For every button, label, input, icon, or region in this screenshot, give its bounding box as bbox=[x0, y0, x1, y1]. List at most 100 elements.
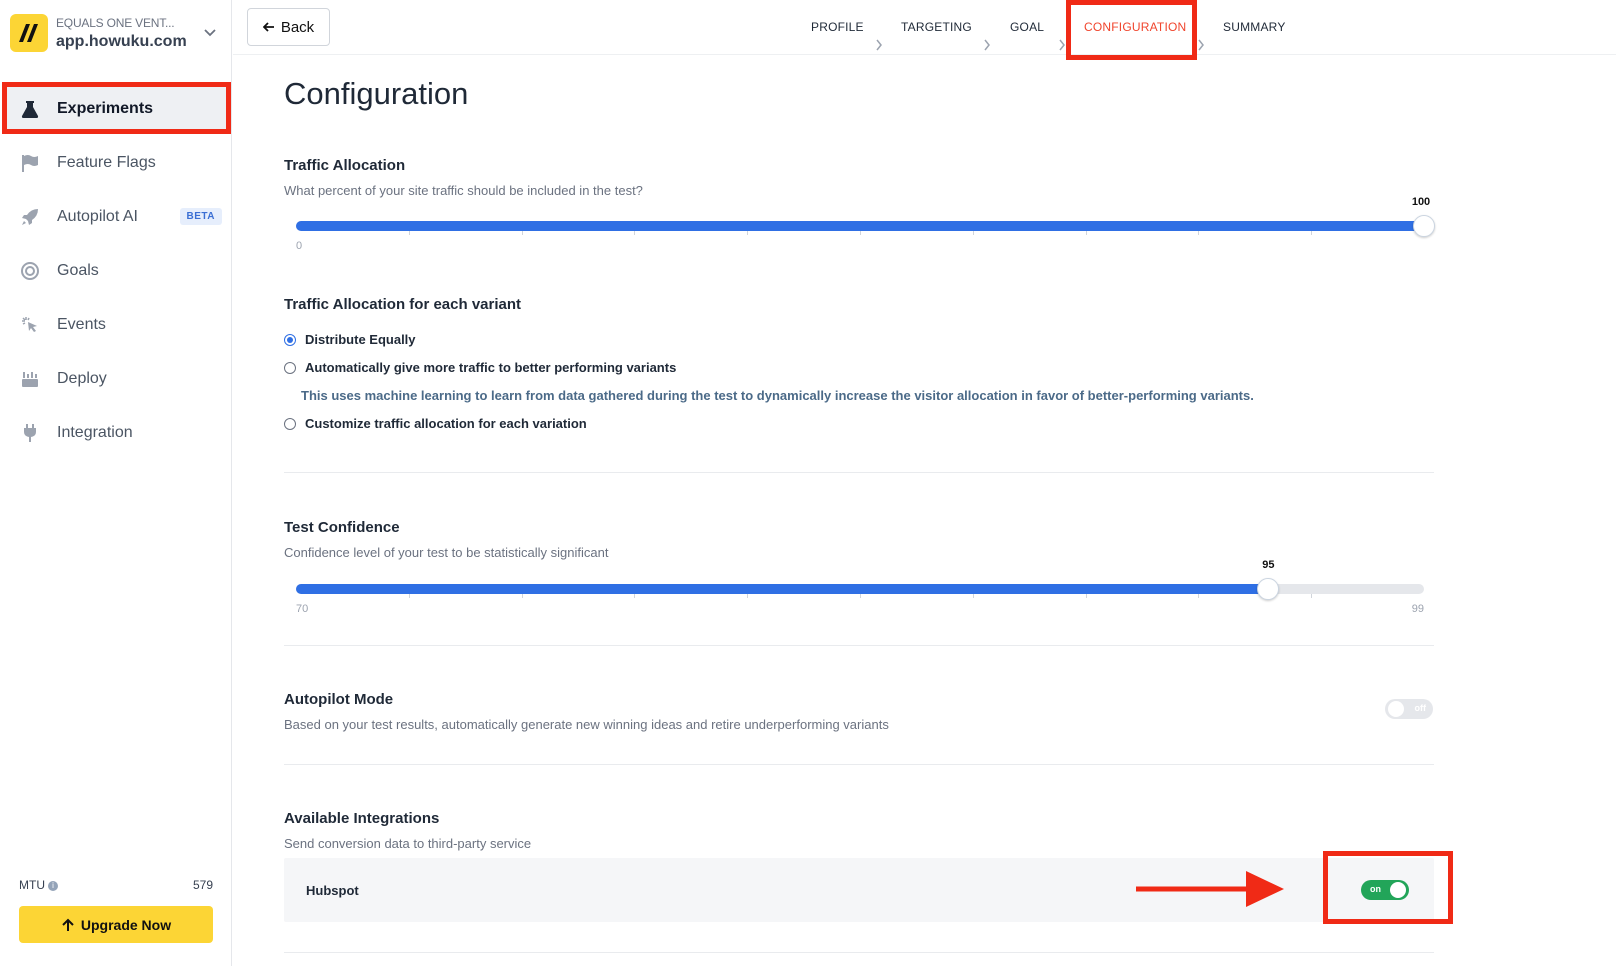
arrow-up-icon bbox=[62, 918, 74, 931]
radio-distribute-equally[interactable]: Distribute Equally bbox=[284, 332, 416, 347]
slider-ticks bbox=[296, 594, 1424, 598]
upgrade-label: Upgrade Now bbox=[80, 916, 172, 933]
slider-tick bbox=[1085, 231, 1087, 235]
back-button[interactable]: Back bbox=[247, 8, 330, 46]
radio-button[interactable] bbox=[284, 333, 296, 346]
sidebar-item-events[interactable]: Events bbox=[4, 300, 228, 350]
step-targeting[interactable]: TARGETING bbox=[901, 20, 972, 34]
workspace-org: EQUALS ONE VENT... bbox=[56, 15, 175, 30]
sidebar-item-integration[interactable]: Integration bbox=[4, 408, 228, 458]
slider-value: 100 bbox=[1411, 196, 1431, 208]
slider-tick bbox=[860, 594, 861, 598]
toggle-label: off bbox=[1414, 703, 1427, 713]
section-divider bbox=[284, 952, 1434, 953]
autopilot-mode-title: Autopilot Mode bbox=[284, 691, 394, 708]
slider-tick bbox=[1198, 231, 1200, 235]
radio-label: Customize traffic allocation for each va… bbox=[305, 416, 587, 431]
back-label: Back bbox=[280, 18, 315, 36]
configuration-step-highlight bbox=[1066, 0, 1197, 60]
sidebar-item-autopilot-ai[interactable]: Autopilot AI BETA bbox=[4, 192, 228, 242]
sidebar-item-label: Experiments bbox=[57, 100, 154, 117]
variant-allocation-title: Traffic Allocation for each variant bbox=[284, 296, 522, 313]
slider-tick bbox=[521, 231, 523, 235]
chevron-right-icon bbox=[876, 39, 882, 51]
slider-tick bbox=[634, 231, 636, 235]
radio-auto-allocate[interactable]: Automatically give more traffic to bette… bbox=[284, 360, 676, 375]
slider-tick bbox=[408, 231, 410, 235]
integrations-description: Send conversion data to third-party serv… bbox=[284, 836, 532, 851]
chevron-right-icon bbox=[1198, 39, 1204, 51]
slider-min: 70 bbox=[296, 603, 309, 615]
flag-icon bbox=[19, 152, 41, 174]
sidebar-item-feature-flags[interactable]: Feature Flags bbox=[4, 138, 228, 188]
slider-tick bbox=[521, 594, 523, 598]
radio-customize-allocation[interactable]: Customize traffic allocation for each va… bbox=[284, 416, 587, 431]
slider-tick bbox=[408, 594, 410, 598]
auto-allocate-note: This uses machine learning to learn from… bbox=[301, 388, 1254, 403]
sidebar-item-label: Autopilot AI bbox=[57, 208, 138, 225]
beta-badge: BETA bbox=[179, 208, 222, 225]
info-icon[interactable]: i bbox=[48, 881, 58, 891]
slider-tick bbox=[1198, 594, 1200, 598]
sidebar-item-label: Deploy bbox=[57, 370, 107, 387]
slider-thumb[interactable] bbox=[1413, 215, 1435, 237]
slider-tick bbox=[860, 231, 861, 235]
hubspot-toggle-highlight bbox=[1323, 851, 1453, 924]
step-profile[interactable]: PROFILE bbox=[811, 20, 864, 34]
slider-min: 0 bbox=[296, 240, 303, 252]
section-divider bbox=[284, 645, 1434, 646]
rocket-icon bbox=[19, 206, 41, 228]
radio-button[interactable] bbox=[284, 361, 296, 374]
section-divider bbox=[284, 472, 1434, 473]
slider-tick bbox=[747, 594, 749, 598]
step-summary[interactable]: SUMMARY bbox=[1223, 20, 1286, 34]
integration-name: Hubspot bbox=[306, 883, 359, 898]
test-confidence-description: Confidence level of your test to be stat… bbox=[284, 545, 609, 560]
slider-ticks bbox=[296, 231, 1424, 235]
sidebar-item-experiments[interactable]: Experiments bbox=[4, 86, 228, 132]
radio-button[interactable] bbox=[284, 417, 296, 430]
mtu-usage: MTU i 579 bbox=[19, 878, 213, 892]
sidebar: EQUALS ONE VENT... app.howuku.com Experi… bbox=[0, 0, 232, 966]
upgrade-button[interactable]: Upgrade Now bbox=[19, 906, 213, 943]
chevron-right-icon bbox=[984, 39, 990, 51]
chevron-right-icon bbox=[1059, 39, 1065, 51]
traffic-allocation-description: What percent of your site traffic should… bbox=[284, 183, 643, 198]
sidebar-item-label: Integration bbox=[57, 424, 133, 441]
sidebar-nav: Experiments Feature Flags Autopilot AI B… bbox=[0, 84, 232, 462]
page-title: Configuration bbox=[284, 76, 469, 111]
autopilot-mode-description: Based on your test results, automaticall… bbox=[284, 717, 889, 732]
slider-tick bbox=[972, 594, 974, 598]
workspace-switcher[interactable]: EQUALS ONE VENT... app.howuku.com bbox=[10, 12, 222, 54]
sidebar-item-label: Events bbox=[57, 316, 106, 333]
section-divider bbox=[284, 764, 1434, 765]
radio-label: Distribute Equally bbox=[305, 332, 416, 347]
arrow-left-icon bbox=[262, 22, 274, 32]
target-icon bbox=[19, 260, 41, 282]
arrow-right-icon bbox=[1136, 871, 1284, 907]
toggle-knob bbox=[1388, 701, 1404, 717]
traffic-allocation-slider[interactable]: 100 0 bbox=[296, 196, 1435, 252]
step-goal[interactable]: GOAL bbox=[1010, 20, 1044, 34]
topbar: Back PROFILE TARGETING GOAL CONFIGURATIO… bbox=[233, 0, 1616, 55]
test-confidence-title: Test Confidence bbox=[284, 519, 400, 536]
slider-tick bbox=[634, 594, 636, 598]
autopilot-mode-toggle[interactable]: off bbox=[1385, 699, 1433, 719]
slider-fill bbox=[296, 221, 1424, 231]
slider-tick bbox=[972, 231, 974, 235]
mtu-label: MTU bbox=[19, 878, 45, 892]
plug-icon bbox=[19, 422, 41, 444]
test-confidence-slider[interactable]: 95 70 99 bbox=[296, 559, 1424, 615]
traffic-allocation-title: Traffic Allocation bbox=[284, 157, 406, 174]
slider-tick bbox=[747, 231, 749, 235]
slider-tick bbox=[1311, 231, 1313, 235]
flask-icon bbox=[19, 98, 41, 120]
workspace-domain: app.howuku.com bbox=[56, 32, 187, 50]
integrations-title: Available Integrations bbox=[284, 810, 440, 827]
chevron-down-icon[interactable] bbox=[202, 24, 218, 40]
slider-fill bbox=[296, 584, 1269, 594]
sidebar-item-deploy[interactable]: Deploy bbox=[4, 354, 228, 404]
radio-label: Automatically give more traffic to bette… bbox=[305, 360, 677, 375]
slider-tick bbox=[1085, 594, 1087, 598]
sidebar-item-goals[interactable]: Goals bbox=[4, 246, 228, 296]
